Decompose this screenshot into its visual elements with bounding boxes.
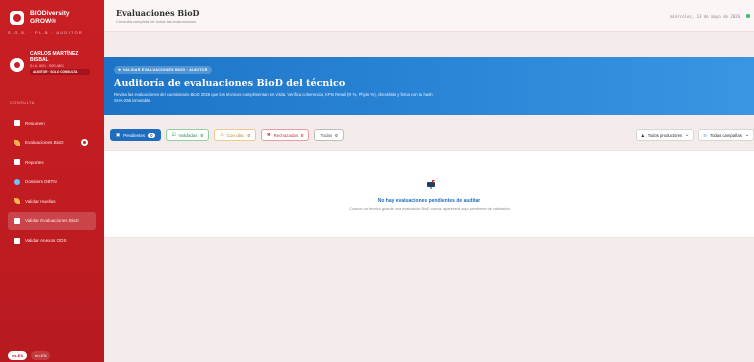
- hero-role-pill: ❖ VALIDAR EVALUACIONES BIOD · AUDITOR: [114, 66, 212, 74]
- filter-label: Rechazadas: [273, 132, 299, 138]
- hero-description: Revisa las evaluaciones del cuestionario…: [114, 92, 433, 104]
- empty-state-text: Cuando un técnico guarde una evaluación …: [349, 207, 511, 211]
- chart-icon: [14, 120, 20, 126]
- leaf-icon: [14, 198, 20, 205]
- brand-name-line2: GROW®: [30, 17, 57, 25]
- brand-name-line1: BIODiversity: [30, 10, 70, 17]
- filter-label: Con obs.: [226, 132, 245, 138]
- filter-pendientes[interactable]: ▣ Pendientes 0: [110, 129, 161, 141]
- sidebar-item-evaluaciones-biod[interactable]: Evaluaciones BioD: [8, 134, 96, 152]
- evaluations-list: No hay evaluaciones pendientes de audita…: [104, 150, 754, 238]
- hero-title: Auditoría de evaluaciones BioD del técni…: [114, 78, 346, 89]
- page-subtitle: Consulta completa de todas las evaluacio…: [116, 19, 197, 24]
- close-icon: ✖: [266, 132, 271, 137]
- clock-icon: ▣: [116, 132, 121, 137]
- status-filter-tabs: ▣ Pendientes 0 ☑ Validadas 0 ⚠ Con obs. …: [110, 129, 344, 141]
- filter-todas[interactable]: Todas 0: [314, 129, 344, 141]
- sidebar-item-label: Dossiers DBTN: [25, 179, 57, 185]
- current-date: miércoles, 13 de mayo de 2026: [670, 14, 740, 19]
- producer-select[interactable]: ♟ Todos productores ⌄: [635, 129, 695, 141]
- dropdown-filters: ♟ Todos productores ⌄ ☷ Todas campañas ⌄: [635, 129, 754, 141]
- user-role-badge: AUDITOR · SOLO CONSULTA: [30, 69, 90, 75]
- sidebar-item-label: Validar Evaluaciones BioD: [25, 218, 79, 224]
- filter-count: 0: [148, 132, 155, 138]
- sidebar-nav: Resumen Evaluaciones BioD Reportes Dossi…: [8, 114, 96, 251]
- sidebar-item-label: Resumen: [25, 120, 45, 126]
- sidebar-item-resumen[interactable]: Resumen: [8, 114, 96, 132]
- hero-banner: ❖ VALIDAR EVALUACIONES BIOD · AUDITOR Au…: [104, 57, 754, 115]
- avatar: [10, 58, 24, 72]
- filter-rechazadas[interactable]: ✖ Rechazadas 0: [260, 129, 310, 141]
- language-switcher: es-ES en-EN: [8, 351, 51, 360]
- filter-count: 0: [335, 132, 338, 138]
- notification-badge: [81, 139, 88, 147]
- sidebar-item-validar-anexos-ods[interactable]: Validar Anexos ODS: [8, 232, 96, 250]
- select-value: Todos productores: [647, 132, 683, 138]
- calendar-icon: ☷: [703, 132, 708, 138]
- language-button-en[interactable]: en-EN: [31, 351, 51, 360]
- user-profile[interactable]: CARLOS MARTÍNEZ BISBAL D.I.A. 0021 · SGR…: [8, 48, 96, 82]
- filter-validadas[interactable]: ☑ Validadas 0: [165, 129, 209, 141]
- brand-name: BIODiversity GROW®: [30, 10, 70, 25]
- campaign-select[interactable]: ☷ Todas campañas ⌄: [698, 129, 754, 141]
- filter-count: 0: [247, 132, 250, 138]
- warning-icon: ⚠: [219, 132, 224, 137]
- brand-logo-icon: [10, 10, 24, 25]
- sidebar-item-validar-evaluaciones-biod[interactable]: Validar Evaluaciones BioD: [8, 211, 96, 230]
- sidebar-section-label: CONSULTA: [10, 101, 35, 105]
- filter-count: 0: [301, 132, 304, 138]
- globe-icon: [14, 178, 20, 185]
- sidebar-item-label: Validar Huellas: [25, 198, 56, 204]
- check-icon: ☑: [171, 132, 176, 137]
- user-id: D.I.A. 0021 · SGR-4801: [30, 64, 64, 68]
- filter-label: Pendientes: [123, 132, 146, 138]
- user-icon: ♟: [640, 132, 645, 138]
- online-status-icon: [746, 14, 750, 18]
- sidebar-item-label: Validar Anexos ODS: [25, 238, 67, 244]
- language-button-es[interactable]: es-ES: [8, 351, 28, 360]
- chevron-down-icon: ⌄: [744, 132, 749, 138]
- sidebar: BIODiversity GROW® S.G.B. · PL.B · AUDIT…: [0, 0, 104, 362]
- brand[interactable]: BIODiversity GROW®: [10, 10, 70, 25]
- select-value: Todas campañas: [710, 132, 742, 138]
- brand-subtitle: S.G.B. · PL.B · AUDITOR: [8, 31, 84, 35]
- filter-label: Todas: [320, 132, 333, 138]
- sidebar-item-reportes[interactable]: Reportes: [8, 153, 96, 171]
- sidebar-item-label: Reportes: [25, 159, 44, 165]
- chevron-down-icon: ⌄: [685, 132, 690, 138]
- sidebar-item-dossiers-dbtn[interactable]: Dossiers DBTN: [8, 173, 96, 191]
- user-name: CARLOS MARTÍNEZ BISBAL: [30, 51, 79, 63]
- mailbox-icon: [427, 180, 435, 189]
- sidebar-item-label: Evaluaciones BioD: [25, 140, 64, 146]
- leaf-icon: [14, 139, 20, 146]
- document-icon: [14, 217, 20, 224]
- filter-con-obs[interactable]: ⚠ Con obs. 0: [213, 129, 256, 141]
- empty-state-title: No hay evaluaciones pendientes de audita…: [377, 198, 481, 204]
- top-header: Evaluaciones BioD Consulta completa de t…: [104, 0, 754, 32]
- sidebar-item-validar-huellas[interactable]: Validar Huellas: [8, 192, 96, 210]
- filter-label: Validadas: [178, 132, 198, 138]
- document-icon: [14, 237, 20, 244]
- document-icon: [14, 159, 20, 166]
- page-title: Evaluaciones BioD: [116, 8, 200, 18]
- filter-count: 0: [200, 132, 203, 138]
